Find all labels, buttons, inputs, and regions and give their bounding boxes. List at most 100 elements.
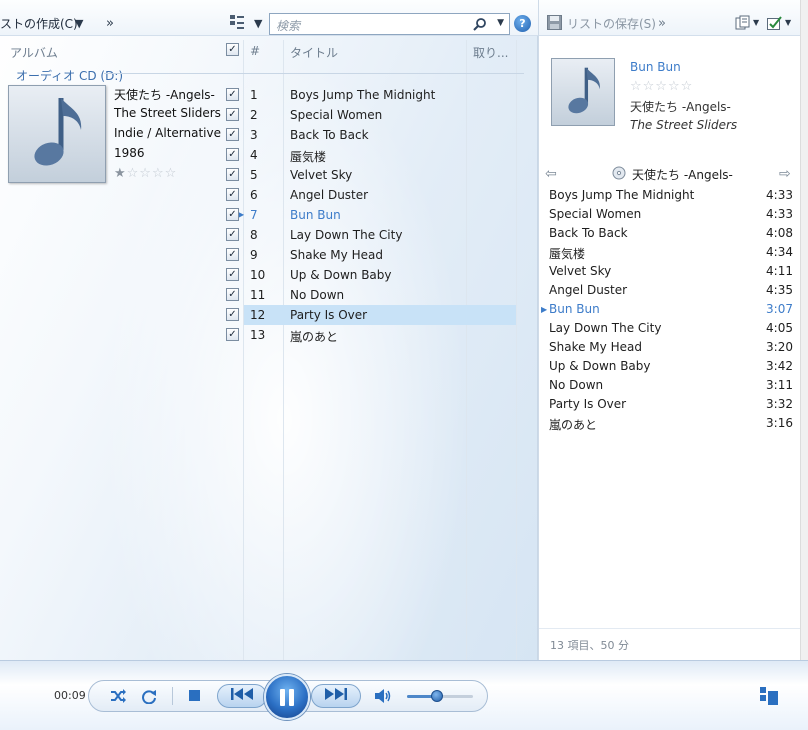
track-checkbox[interactable]: ✓ [226,168,239,181]
album-genre[interactable]: Indie / Alternative [114,126,221,140]
playlist-item[interactable]: Party Is Over 3:32 [549,395,795,414]
playlist-item[interactable]: Back To Back 4:08 [549,224,795,243]
track-row[interactable]: 3 Back To Back [244,125,516,145]
track-checkbox[interactable]: ✓ [226,248,239,261]
track-title[interactable]: Lay Down The City [290,228,402,242]
track-title[interactable]: Up & Down Baby [290,268,392,282]
next-icon [324,688,348,703]
track-checkbox[interactable]: ✓ [226,268,239,281]
track-row[interactable]: 9 Shake My Head [244,245,516,265]
now-playing-rating[interactable]: ☆☆☆☆☆ [630,79,693,94]
now-playing-title[interactable]: Bun Bun [630,60,681,74]
track-row[interactable]: 11 No Down [244,285,516,305]
next-button[interactable] [311,684,361,708]
search-dropdown-icon[interactable]: ▼ [497,18,504,28]
more-commands-icon[interactable]: » [106,16,114,31]
track-checkbox[interactable]: ✓ [226,308,239,321]
track-row[interactable]: 1 Boys Jump The Midnight [244,85,516,105]
album-rating[interactable]: ★☆☆☆☆ [114,166,177,181]
track-title[interactable]: Angel Duster [290,188,368,202]
track-title[interactable]: Shake My Head [290,248,383,262]
check-list-icon[interactable] [767,16,783,33]
list-options-icon[interactable] [735,15,751,34]
track-row[interactable]: 4 蜃気楼 [244,145,516,165]
view-options-icon[interactable] [230,15,244,29]
playlist-item[interactable]: No Down 3:11 [549,376,795,395]
track-title[interactable]: 蜃気楼 [290,148,326,165]
track-checkbox[interactable]: ✓ [226,188,239,201]
column-header-album[interactable]: アルバム [10,44,58,61]
track-row[interactable]: 2 Special Women [244,105,516,125]
track-number: 12 [250,308,266,322]
repeat-icon[interactable] [141,688,157,707]
playlist-item[interactable]: Special Women 4:33 [549,205,795,224]
view-options-dropdown-icon[interactable]: ▼ [254,17,262,30]
list-title[interactable]: 天使たち -Angels- [632,166,733,183]
track-title[interactable]: Party Is Over [290,308,367,322]
now-playing-art[interactable] [551,58,615,126]
search-input[interactable]: 検索 ▼ [269,13,510,35]
track-checkbox[interactable]: ✓ [226,328,239,341]
playlist-item[interactable]: 蜃気楼 4:34 [549,243,795,262]
album-art[interactable] [8,85,106,183]
select-all-checkbox[interactable]: ✓ [226,43,239,56]
create-playlist-menu[interactable]: ストの作成(C) [0,15,78,32]
track-title[interactable]: Special Women [290,108,382,122]
more-commands-icon[interactable]: » [658,16,666,31]
track-checkbox[interactable]: ✓ [226,128,239,141]
create-playlist-dropdown-icon[interactable]: ▼ [75,17,83,30]
playlist-item[interactable]: 嵐のあと 3:16 [549,414,795,433]
volume-thumb[interactable] [430,690,443,702]
track-checkbox[interactable]: ✓ [226,208,239,221]
album-title[interactable]: 天使たち -Angels- [114,86,215,103]
column-header-number[interactable]: # [250,44,260,58]
playlist-item[interactable]: Shake My Head 3:20 [549,338,795,357]
track-title[interactable]: Back To Back [290,128,369,142]
check-dropdown-icon[interactable]: ▼ [785,18,791,27]
playlist-item[interactable]: Velvet Sky 4:11 [549,262,795,281]
search-icon[interactable] [473,17,487,34]
column-header-rip-status[interactable]: 取り... [473,44,508,61]
now-playing-album[interactable]: 天使たち -Angels- [630,98,731,115]
track-checkbox[interactable]: ✓ [226,228,239,241]
track-row[interactable]: 10 Up & Down Baby [244,265,516,285]
track-row[interactable]: 12 Party Is Over [244,305,516,325]
track-checkbox[interactable]: ✓ [226,88,239,101]
switch-to-now-playing-icon[interactable] [760,687,778,705]
help-icon[interactable]: ? [514,15,531,32]
playlist-item[interactable]: Lay Down The City 4:05 [549,319,795,338]
save-icon[interactable] [547,15,562,33]
track-title[interactable]: Boys Jump The Midnight [290,88,435,102]
track-row[interactable]: 8 Lay Down The City [244,225,516,245]
track-row[interactable]: 6 Angel Duster [244,185,516,205]
track-row[interactable]: 13 嵐のあと [244,325,516,345]
shuffle-icon[interactable] [110,688,126,707]
stop-icon[interactable] [189,690,200,701]
album-year[interactable]: 1986 [114,146,145,160]
playlist-item[interactable]: Bun Bun 3:07 [549,300,795,319]
track-title[interactable]: 嵐のあと [290,328,338,345]
playlist-item[interactable]: Up & Down Baby 3:42 [549,357,795,376]
volume-icon[interactable] [374,688,392,707]
list-toolbar: リストの保存(S) » ▼ ▼ [539,0,801,36]
track-checkbox[interactable]: ✓ [226,108,239,121]
track-checkbox[interactable]: ✓ [226,148,239,161]
track-title[interactable]: Velvet Sky [290,168,352,182]
list-options-dropdown-icon[interactable]: ▼ [753,18,759,27]
playlist-item[interactable]: Boys Jump The Midnight 4:33 [549,186,795,205]
track-checkbox[interactable]: ✓ [226,288,239,301]
track-title[interactable]: No Down [290,288,344,302]
previous-list-icon[interactable]: ⇦ [545,166,557,182]
save-list-button[interactable]: リストの保存(S) [567,15,656,32]
track-title[interactable]: Bun Bun [290,208,341,222]
window-edge-scrollbar[interactable] [800,0,808,660]
previous-button[interactable] [217,684,267,708]
play-pause-button[interactable] [264,674,310,720]
now-playing-artist[interactable]: The Street Sliders [630,118,737,132]
track-row[interactable]: 7 Bun Bun [244,205,516,225]
next-list-icon[interactable]: ⇨ [779,166,791,182]
playlist-item[interactable]: Angel Duster 4:35 [549,281,795,300]
column-header-title[interactable]: タイトル [290,44,338,61]
album-artist[interactable]: The Street Sliders [114,106,221,120]
track-row[interactable]: 5 Velvet Sky [244,165,516,185]
